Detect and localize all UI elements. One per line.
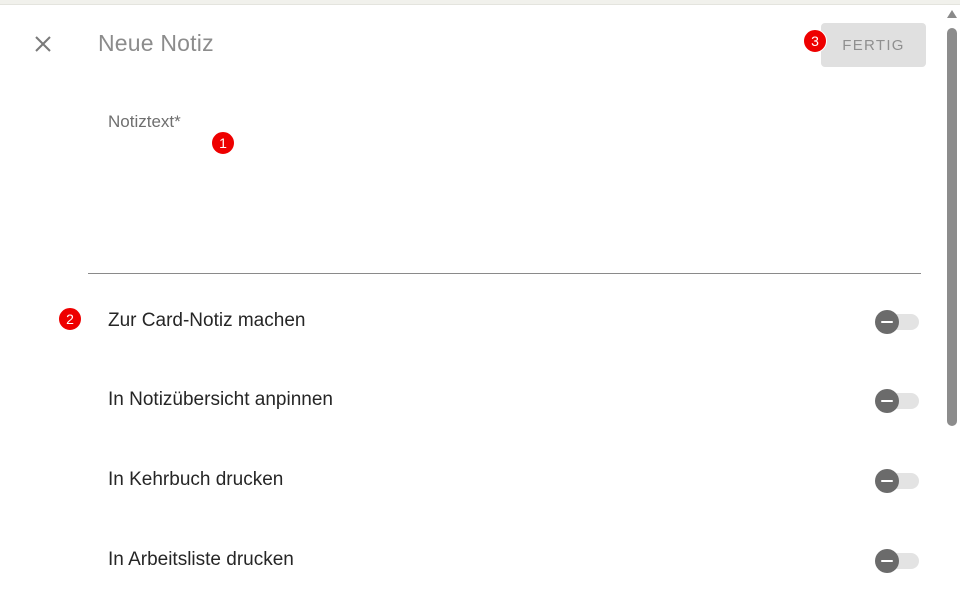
- close-icon: [35, 36, 51, 52]
- top-border: [0, 0, 960, 5]
- note-text-label: Notiztext*: [108, 112, 181, 131]
- option-label-pin-overview: In Notizübersicht anpinnen: [108, 389, 333, 410]
- toggle-knob: [875, 549, 899, 573]
- toggle-pin-overview[interactable]: [875, 387, 921, 413]
- toggle-knob: [875, 389, 899, 413]
- toggle-knob: [875, 469, 899, 493]
- scroll-up-arrow-icon[interactable]: [947, 10, 957, 18]
- option-row-card-note: Zur Card-Notiz machen: [88, 296, 921, 346]
- minus-icon: [881, 480, 893, 482]
- toggle-print-kehrbuch[interactable]: [875, 467, 921, 493]
- scrollbar-thumb[interactable]: [947, 28, 957, 426]
- option-label-card-note: Zur Card-Notiz machen: [108, 310, 306, 331]
- dialog-title: Neue Notiz: [98, 30, 214, 56]
- close-button[interactable]: [28, 29, 58, 59]
- option-label-print-worklist: In Arbeitsliste drucken: [108, 549, 294, 570]
- option-row-print-kehrbuch: In Kehrbuch drucken: [88, 455, 921, 505]
- annotation-marker-1: 1: [211, 131, 235, 155]
- toggle-knob: [875, 310, 899, 334]
- minus-icon: [881, 560, 893, 562]
- toggle-card-note[interactable]: [875, 308, 921, 334]
- minus-icon: [881, 321, 893, 323]
- note-text-field[interactable]: Notiztext*: [88, 100, 921, 274]
- toggle-print-worklist[interactable]: [875, 547, 921, 573]
- note-dialog: Neue Notiz FERTIG Notiztext* Zur Card-No…: [0, 0, 960, 614]
- option-label-print-kehrbuch: In Kehrbuch drucken: [108, 469, 284, 490]
- note-text-input[interactable]: [108, 140, 912, 264]
- vertical-scrollbar[interactable]: [944, 6, 960, 614]
- option-row-print-worklist: In Arbeitsliste drucken: [88, 535, 921, 585]
- annotation-marker-2: 2: [58, 307, 82, 331]
- done-button[interactable]: FERTIG: [821, 23, 926, 67]
- annotation-marker-3: 3: [803, 29, 827, 53]
- option-row-pin-overview: In Notizübersicht anpinnen: [88, 375, 921, 425]
- minus-icon: [881, 400, 893, 402]
